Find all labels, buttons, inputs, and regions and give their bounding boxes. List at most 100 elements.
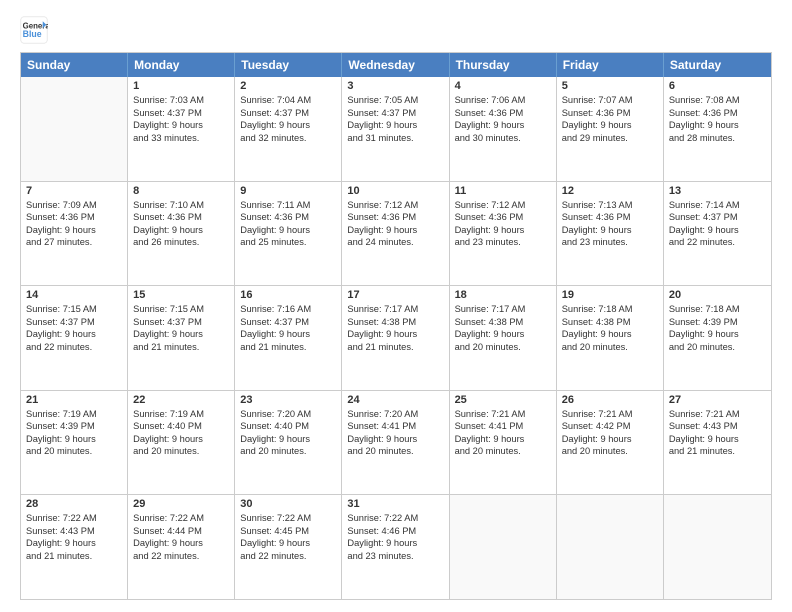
calendar-header-row: SundayMondayTuesdayWednesdayThursdayFrid…: [21, 53, 771, 77]
cell-line: and 32 minutes.: [240, 132, 336, 145]
cell-line: Daylight: 9 hours: [133, 537, 229, 550]
header: General Blue: [20, 16, 772, 44]
day-number: 6: [669, 80, 766, 92]
day-number: 3: [347, 80, 443, 92]
cell-line: and 22 minutes.: [133, 550, 229, 563]
cell-line: and 20 minutes.: [133, 445, 229, 458]
cell-line: Daylight: 9 hours: [669, 224, 766, 237]
calendar-header-cell: Saturday: [664, 53, 771, 77]
day-number: 31: [347, 498, 443, 510]
calendar-cell: 28Sunrise: 7:22 AMSunset: 4:43 PMDayligh…: [21, 495, 128, 599]
cell-line: Sunrise: 7:22 AM: [133, 512, 229, 525]
cell-line: Sunset: 4:45 PM: [240, 525, 336, 538]
cell-line: Sunrise: 7:21 AM: [455, 408, 551, 421]
cell-line: Sunset: 4:38 PM: [347, 316, 443, 329]
cell-line: Daylight: 9 hours: [455, 224, 551, 237]
day-number: 23: [240, 394, 336, 406]
cell-line: Sunrise: 7:06 AM: [455, 94, 551, 107]
cell-line: Daylight: 9 hours: [562, 224, 658, 237]
cell-line: Sunrise: 7:14 AM: [669, 199, 766, 212]
cell-line: Sunrise: 7:15 AM: [26, 303, 122, 316]
day-number: 19: [562, 289, 658, 301]
cell-line: and 24 minutes.: [347, 236, 443, 249]
day-number: 9: [240, 185, 336, 197]
cell-line: Sunset: 4:37 PM: [240, 316, 336, 329]
cell-line: and 22 minutes.: [26, 341, 122, 354]
calendar-cell: 20Sunrise: 7:18 AMSunset: 4:39 PMDayligh…: [664, 286, 771, 390]
calendar-week: 21Sunrise: 7:19 AMSunset: 4:39 PMDayligh…: [21, 391, 771, 496]
calendar-cell: 22Sunrise: 7:19 AMSunset: 4:40 PMDayligh…: [128, 391, 235, 495]
calendar-week: 28Sunrise: 7:22 AMSunset: 4:43 PMDayligh…: [21, 495, 771, 599]
day-number: 5: [562, 80, 658, 92]
cell-line: and 20 minutes.: [669, 341, 766, 354]
calendar-cell: 1Sunrise: 7:03 AMSunset: 4:37 PMDaylight…: [128, 77, 235, 181]
cell-line: and 22 minutes.: [669, 236, 766, 249]
cell-line: Sunrise: 7:19 AM: [26, 408, 122, 421]
cell-line: Daylight: 9 hours: [347, 433, 443, 446]
cell-line: Daylight: 9 hours: [240, 119, 336, 132]
calendar-cell: [557, 495, 664, 599]
cell-line: Sunrise: 7:18 AM: [562, 303, 658, 316]
cell-line: Sunset: 4:37 PM: [347, 107, 443, 120]
cell-line: Daylight: 9 hours: [347, 328, 443, 341]
cell-line: Sunset: 4:36 PM: [347, 211, 443, 224]
cell-line: Sunrise: 7:10 AM: [133, 199, 229, 212]
cell-line: Sunrise: 7:11 AM: [240, 199, 336, 212]
cell-line: Sunset: 4:38 PM: [455, 316, 551, 329]
calendar-cell: 26Sunrise: 7:21 AMSunset: 4:42 PMDayligh…: [557, 391, 664, 495]
cell-line: and 30 minutes.: [455, 132, 551, 145]
cell-line: Sunset: 4:41 PM: [347, 420, 443, 433]
calendar-cell: 4Sunrise: 7:06 AMSunset: 4:36 PMDaylight…: [450, 77, 557, 181]
cell-line: and 20 minutes.: [26, 445, 122, 458]
calendar-cell: 9Sunrise: 7:11 AMSunset: 4:36 PMDaylight…: [235, 182, 342, 286]
cell-line: Sunset: 4:36 PM: [562, 107, 658, 120]
day-number: 15: [133, 289, 229, 301]
cell-line: and 26 minutes.: [133, 236, 229, 249]
cell-line: Daylight: 9 hours: [240, 433, 336, 446]
cell-line: Daylight: 9 hours: [240, 537, 336, 550]
cell-line: and 20 minutes.: [562, 445, 658, 458]
cell-line: Daylight: 9 hours: [562, 119, 658, 132]
calendar-cell: 10Sunrise: 7:12 AMSunset: 4:36 PMDayligh…: [342, 182, 449, 286]
calendar-cell: 29Sunrise: 7:22 AMSunset: 4:44 PMDayligh…: [128, 495, 235, 599]
cell-line: and 21 minutes.: [240, 341, 336, 354]
cell-line: Daylight: 9 hours: [240, 224, 336, 237]
calendar-cell: 19Sunrise: 7:18 AMSunset: 4:38 PMDayligh…: [557, 286, 664, 390]
cell-line: Sunset: 4:36 PM: [455, 107, 551, 120]
cell-line: and 31 minutes.: [347, 132, 443, 145]
cell-line: and 20 minutes.: [240, 445, 336, 458]
calendar-cell: 8Sunrise: 7:10 AMSunset: 4:36 PMDaylight…: [128, 182, 235, 286]
cell-line: Daylight: 9 hours: [455, 433, 551, 446]
cell-line: Sunset: 4:37 PM: [26, 316, 122, 329]
calendar-week: 14Sunrise: 7:15 AMSunset: 4:37 PMDayligh…: [21, 286, 771, 391]
calendar-cell: 31Sunrise: 7:22 AMSunset: 4:46 PMDayligh…: [342, 495, 449, 599]
cell-line: and 23 minutes.: [455, 236, 551, 249]
cell-line: Daylight: 9 hours: [669, 433, 766, 446]
cell-line: Sunrise: 7:04 AM: [240, 94, 336, 107]
logo-icon: General Blue: [20, 16, 48, 44]
cell-line: Sunset: 4:40 PM: [133, 420, 229, 433]
cell-line: Sunset: 4:36 PM: [455, 211, 551, 224]
cell-line: and 25 minutes.: [240, 236, 336, 249]
cell-line: Sunrise: 7:16 AM: [240, 303, 336, 316]
day-number: 18: [455, 289, 551, 301]
cell-line: Sunrise: 7:09 AM: [26, 199, 122, 212]
cell-line: Daylight: 9 hours: [669, 328, 766, 341]
calendar-cell: 12Sunrise: 7:13 AMSunset: 4:36 PMDayligh…: [557, 182, 664, 286]
day-number: 13: [669, 185, 766, 197]
cell-line: Daylight: 9 hours: [562, 328, 658, 341]
calendar-cell: 11Sunrise: 7:12 AMSunset: 4:36 PMDayligh…: [450, 182, 557, 286]
cell-line: and 27 minutes.: [26, 236, 122, 249]
calendar-cell: 14Sunrise: 7:15 AMSunset: 4:37 PMDayligh…: [21, 286, 128, 390]
day-number: 8: [133, 185, 229, 197]
cell-line: Sunrise: 7:12 AM: [347, 199, 443, 212]
cell-line: Sunrise: 7:15 AM: [133, 303, 229, 316]
svg-text:Blue: Blue: [23, 29, 42, 39]
cell-line: Sunset: 4:43 PM: [669, 420, 766, 433]
calendar-cell: [664, 495, 771, 599]
cell-line: Sunrise: 7:12 AM: [455, 199, 551, 212]
cell-line: and 20 minutes.: [347, 445, 443, 458]
cell-line: Sunrise: 7:17 AM: [455, 303, 551, 316]
cell-line: Sunset: 4:46 PM: [347, 525, 443, 538]
cell-line: Sunset: 4:37 PM: [240, 107, 336, 120]
